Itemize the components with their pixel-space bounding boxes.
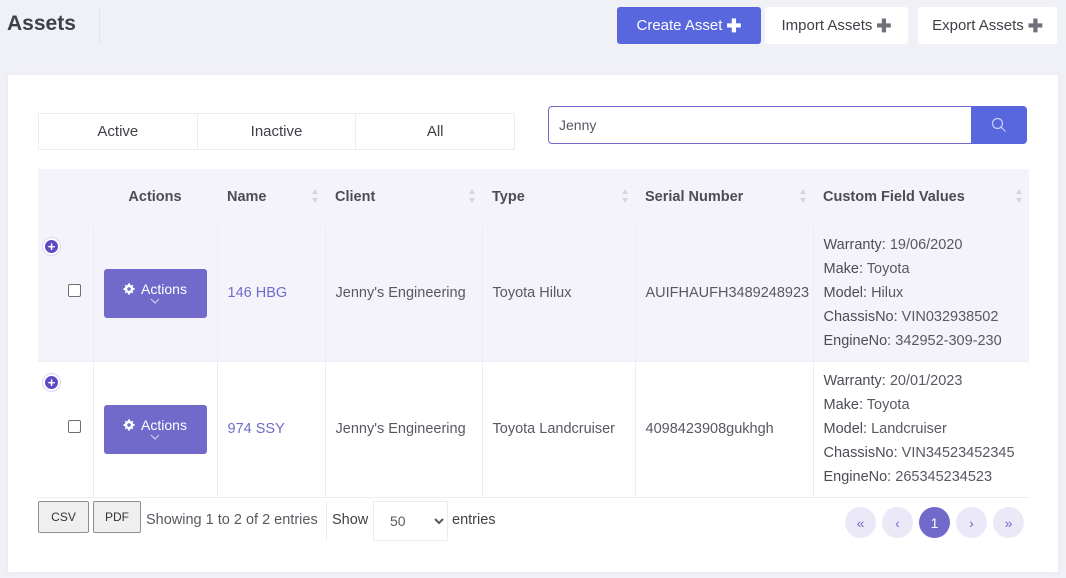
client-cell: Jenny's Engineering	[325, 225, 483, 362]
tab-active[interactable]: Active	[39, 114, 198, 149]
type-cell: Toyota Landcruiser	[482, 361, 636, 498]
custom-field-chassis: ChassisNo: VIN34523452345	[823, 445, 1015, 461]
actions-cell: Actions	[93, 361, 218, 498]
row-control-cell: +	[38, 361, 94, 498]
title-divider	[99, 8, 100, 44]
custom-field-engine: EngineNo: 342952-309-230	[823, 333, 1002, 349]
row-checkbox[interactable]	[68, 419, 81, 433]
custom-field-make: Make: Toyota	[823, 261, 910, 277]
gear-icon	[123, 419, 135, 431]
column-header-type-label: Type	[492, 188, 525, 205]
assets-table: Actions Name Client Type Serial Number C…	[38, 169, 1029, 498]
create-asset-button[interactable]: Create Asset ✚	[617, 7, 761, 44]
table-info-text: Showing 1 to 2 of 2 entries	[146, 512, 318, 528]
table-header-row: Actions Name Client Type Serial Number C…	[38, 169, 1029, 226]
column-header-serial-number[interactable]: Serial Number	[635, 169, 813, 226]
page-1-button[interactable]: 1	[919, 507, 950, 538]
search-bar	[548, 106, 1027, 144]
import-assets-label: Import Assets	[781, 17, 873, 34]
next-page-button[interactable]: ›	[956, 507, 987, 538]
show-label: Show	[332, 512, 369, 528]
tab-inactive[interactable]: Inactive	[198, 114, 357, 149]
search-button[interactable]	[971, 106, 1027, 144]
column-header-name-label: Name	[227, 188, 267, 205]
actions-dropdown-button[interactable]: Actions	[103, 268, 207, 318]
asset-name-link[interactable]: 146 HBG	[228, 285, 288, 301]
row-control-cell: +	[38, 225, 94, 362]
footer-divider	[326, 501, 327, 541]
asset-name-link[interactable]: 974 SSY	[228, 421, 285, 437]
column-header-client[interactable]: Client	[325, 169, 482, 226]
page-length-select[interactable]: 50	[373, 501, 448, 541]
export-assets-button[interactable]: Export Assets ✚	[918, 7, 1057, 44]
actions-label: Actions	[141, 417, 187, 433]
column-header-type[interactable]: Type	[482, 169, 635, 226]
custom-field-engine: EngineNo: 265345234523	[823, 469, 993, 485]
pdf-export-button[interactable]: PDF	[93, 501, 141, 533]
previous-page-button[interactable]: ‹	[882, 507, 913, 538]
column-header-serial-label: Serial Number	[645, 188, 744, 205]
column-header-name[interactable]: Name	[217, 169, 325, 226]
plus-icon: ✚	[876, 15, 892, 36]
chevron-down-icon	[150, 434, 160, 440]
export-assets-label: Export Assets	[932, 17, 1024, 34]
custom-field-warranty: Warranty: 19/06/2020	[823, 237, 963, 253]
serial-cell: AUIFHAUFH3489248923	[635, 225, 814, 362]
sort-icon	[1016, 189, 1022, 203]
sort-icon	[312, 189, 318, 203]
create-asset-label: Create Asset	[636, 17, 723, 34]
search-input[interactable]	[548, 106, 971, 144]
sort-icon	[622, 189, 628, 203]
column-header-custom-fields[interactable]: Custom Field Values	[813, 169, 1029, 226]
actions-cell: Actions	[93, 225, 218, 362]
custom-field-model: Model: Landcruiser	[823, 421, 947, 437]
table-row: + Actions 974 SSY Jenny's Engineering To…	[38, 361, 1029, 498]
sort-icon	[469, 189, 475, 203]
import-assets-button[interactable]: Import Assets ✚	[765, 7, 908, 44]
pagination: « ‹ 1 › »	[845, 507, 1024, 538]
search-icon	[991, 117, 1006, 132]
custom-fields-cell: Warranty: 20/01/2023 Make: Toyota Model:…	[813, 361, 1029, 498]
custom-field-model: Model: Hilux	[823, 285, 904, 301]
tab-all[interactable]: All	[356, 114, 514, 149]
column-header-actions: Actions	[93, 169, 217, 226]
custom-field-warranty: Warranty: 20/01/2023	[823, 373, 963, 389]
actions-dropdown-button[interactable]: Actions	[103, 404, 207, 454]
expand-row-icon[interactable]: +	[43, 373, 60, 391]
name-cell: 146 HBG	[217, 225, 326, 362]
custom-field-chassis: ChassisNo: VIN032938502	[823, 309, 999, 325]
expand-row-icon[interactable]: +	[43, 237, 60, 255]
column-header-control	[38, 169, 93, 226]
custom-fields-cell: Warranty: 19/06/2020 Make: Toyota Model:…	[813, 225, 1029, 362]
status-filter-tabs: Active Inactive All	[38, 113, 515, 150]
csv-export-button[interactable]: CSV	[38, 501, 89, 533]
table-row: + Actions 146 HBG Jenny's Engineering To…	[38, 225, 1029, 362]
row-checkbox[interactable]	[68, 283, 81, 297]
actions-label: Actions	[141, 281, 187, 297]
last-page-button[interactable]: »	[993, 507, 1024, 538]
entries-label: entries	[452, 512, 496, 528]
gear-icon	[123, 283, 135, 295]
custom-field-make: Make: Toyota	[823, 397, 910, 413]
plus-icon: ✚	[726, 15, 742, 36]
plus-icon: ✚	[1027, 15, 1043, 36]
name-cell: 974 SSY	[217, 361, 326, 498]
chevron-down-icon	[150, 298, 160, 304]
sort-icon	[800, 189, 806, 203]
column-header-client-label: Client	[335, 188, 376, 205]
first-page-button[interactable]: «	[845, 507, 876, 538]
client-cell: Jenny's Engineering	[325, 361, 483, 498]
type-cell: Toyota Hilux	[482, 225, 636, 362]
page-title: Assets	[7, 12, 76, 35]
serial-cell: 4098423908gukhgh	[635, 361, 814, 498]
assets-card: Active Inactive All Actions Name	[8, 75, 1058, 572]
column-header-custom-fields-label: Custom Field Values	[823, 188, 965, 205]
